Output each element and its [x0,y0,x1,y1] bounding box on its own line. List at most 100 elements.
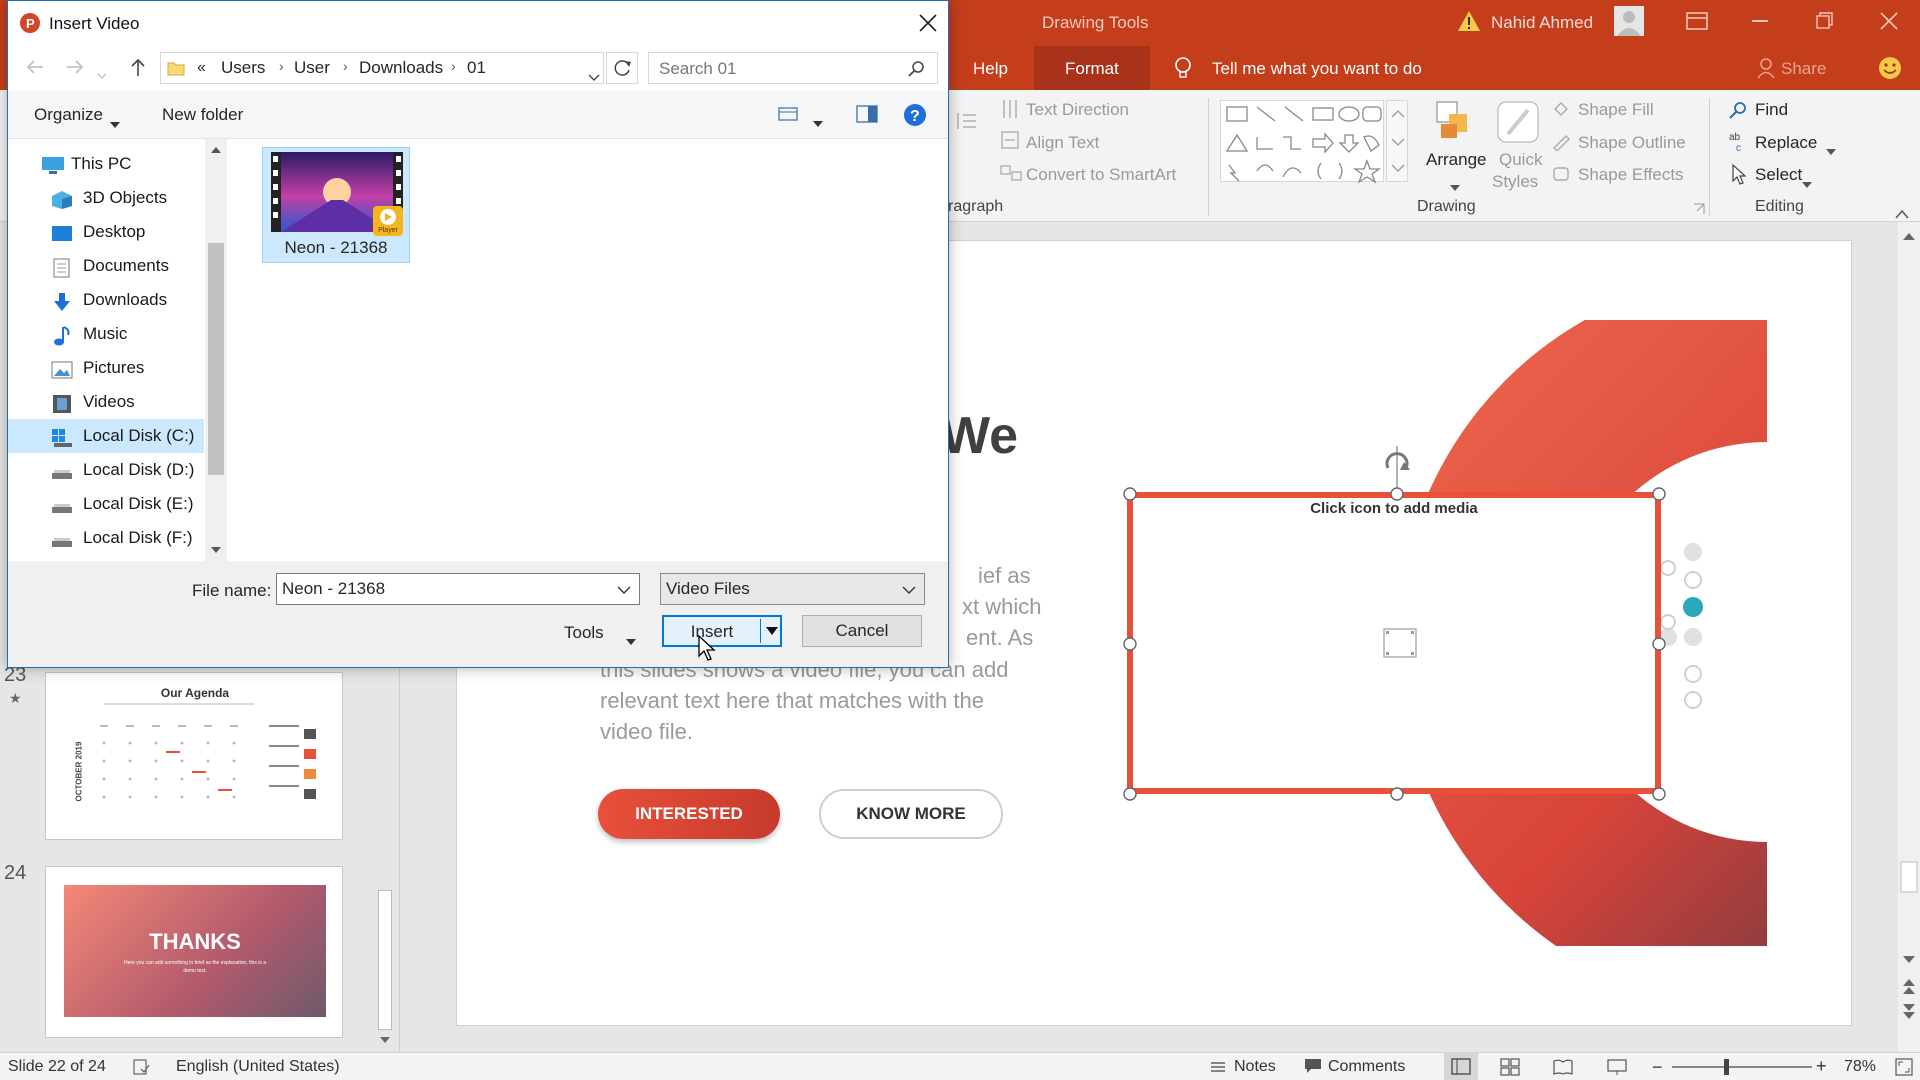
forward-arrow-icon[interactable] [66,59,84,75]
nav-local-disk-d[interactable]: Local Disk (D:) [8,453,204,487]
slide-vertical-scrollbar[interactable] [1898,222,1920,1052]
selection-handles[interactable] [1118,432,1670,804]
back-arrow-icon[interactable] [26,59,44,75]
zoom-out-button[interactable]: − [1652,1057,1663,1078]
share-button[interactable]: Share [1781,59,1826,79]
slideshow-icon[interactable] [1607,1058,1627,1076]
nav-3d-objects[interactable]: 3D Objects [8,181,204,215]
notes-icon[interactable] [1210,1059,1226,1075]
breadcrumb-user[interactable]: User [294,58,330,78]
text-direction-icon[interactable] [1000,98,1020,120]
comments-icon[interactable] [1304,1058,1322,1074]
help-icon[interactable]: ? [903,103,927,127]
organize-dropdown-icon[interactable] [110,113,120,128]
drawing-launcher-icon[interactable] [1693,200,1705,214]
tell-me-box[interactable]: Tell me what you want to do [1212,59,1422,79]
nav-this-pc[interactable]: This PC [8,147,204,181]
line-spacing-icon[interactable] [955,110,977,132]
smartart-icon[interactable] [1000,163,1022,183]
view-dropdown-icon[interactable] [813,112,823,127]
quick-styles-label-1[interactable]: Quick [1499,150,1542,170]
find-button[interactable]: Find [1755,100,1788,120]
align-text-icon[interactable] [1000,130,1020,150]
shape-outline-icon[interactable] [1551,131,1571,152]
normal-view-button[interactable] [1444,1053,1478,1080]
language-indicator[interactable]: English (United States) [176,1058,340,1076]
thumbnail-slide-23[interactable]: Our Agenda OCTOBER 2019 [45,672,343,840]
nav-pictures[interactable]: Pictures [8,351,204,385]
spellcheck-icon[interactable] [132,1058,150,1076]
refresh-button[interactable] [606,52,638,84]
shape-fill-icon[interactable] [1551,99,1571,119]
file-name-input[interactable]: Neon - 21368 [276,573,640,605]
thumbnail-slide-24[interactable]: THANKS Here you can add something in bri… [45,866,343,1038]
restore-icon[interactable] [1816,12,1834,30]
convert-smartart-button[interactable]: Convert to SmartArt [1026,165,1176,185]
tools-button[interactable]: Tools [564,623,604,643]
preview-pane-icon[interactable] [856,105,878,123]
search-input[interactable]: Search 01 [659,59,737,79]
file-type-select[interactable]: Video Files [660,573,925,605]
shape-effects-icon[interactable] [1551,163,1571,183]
replace-button[interactable]: Replace [1755,133,1817,153]
quick-styles-icon[interactable] [1496,100,1540,144]
address-bar[interactable]: « Users › User › Downloads › 01 [160,52,604,84]
zoom-level[interactable]: 78% [1844,1058,1876,1076]
fit-to-window-icon[interactable] [1895,1058,1913,1076]
minimize-icon[interactable] [1752,20,1768,22]
nav-local-disk-c[interactable]: Local Disk (C:) [8,419,204,453]
shape-fill-button[interactable]: Shape Fill [1578,100,1654,120]
zoom-in-button[interactable]: + [1816,1056,1827,1077]
ribbon-display-icon[interactable] [1686,12,1708,30]
nav-music[interactable]: Music [8,317,204,351]
address-dropdown-icon[interactable] [588,67,600,81]
quick-styles-label-2[interactable]: Styles [1492,172,1538,192]
tab-help[interactable]: Help [973,59,1008,79]
tab-format[interactable]: Format [1034,46,1150,90]
comments-button[interactable]: Comments [1328,1058,1405,1076]
insert-button[interactable]: Insert [662,615,782,647]
reading-view-icon[interactable] [1553,1058,1573,1076]
nav-scrollbar[interactable] [205,139,227,561]
replace-dropdown-icon[interactable] [1826,140,1836,155]
nav-videos[interactable]: Videos [8,385,204,419]
arrange-icon[interactable] [1435,100,1475,142]
cancel-button[interactable]: Cancel [802,615,922,647]
shapes-gallery[interactable] [1220,100,1384,184]
notes-button[interactable]: Notes [1234,1058,1276,1076]
align-text-button[interactable]: Align Text [1026,133,1099,153]
select-button[interactable]: Select [1755,165,1802,185]
user-name[interactable]: Nahid Ahmed [1491,13,1593,33]
search-icon[interactable] [907,60,925,78]
shape-effects-button[interactable]: Shape Effects [1578,165,1684,185]
recent-locations-icon[interactable] [97,64,107,79]
slide-sorter-icon[interactable] [1500,1058,1520,1076]
avatar[interactable] [1614,6,1644,36]
up-arrow-icon[interactable] [130,57,146,77]
new-folder-button[interactable]: New folder [162,105,243,125]
select-cursor-icon[interactable] [1730,163,1748,185]
zoom-slider-thumb[interactable] [1724,1059,1729,1075]
file-item-neon[interactable]: Player Neon - 21368 [262,147,410,263]
shape-outline-button[interactable]: Shape Outline [1578,133,1686,153]
text-direction-button[interactable]: Text Direction [1026,100,1129,120]
shapes-gallery-scroll[interactable] [1386,100,1408,182]
breadcrumb-overflow[interactable]: « [197,59,206,77]
slide-heading[interactable]: We [941,406,1018,466]
nav-documents[interactable]: Documents [8,249,204,283]
zoom-slider[interactable] [1672,1059,1812,1075]
breadcrumb-folder-01[interactable]: 01 [467,58,486,78]
nav-desktop[interactable]: Desktop [8,215,204,249]
arrange-button[interactable]: Arrange [1426,150,1486,170]
search-box[interactable]: Search 01 [648,52,938,84]
organize-button[interactable]: Organize [34,105,103,125]
smiley-icon[interactable] [1878,56,1902,80]
dialog-close-icon[interactable] [919,14,937,32]
thumb-scroll-thumb[interactable] [378,890,392,1030]
select-dropdown-icon[interactable] [1802,173,1812,188]
warning-icon[interactable] [1457,9,1481,33]
replace-icon[interactable]: ab c [1728,130,1750,154]
find-icon[interactable] [1728,100,1748,120]
nav-downloads[interactable]: Downloads [8,283,204,317]
collapse-ribbon-icon[interactable] [1895,204,1909,219]
